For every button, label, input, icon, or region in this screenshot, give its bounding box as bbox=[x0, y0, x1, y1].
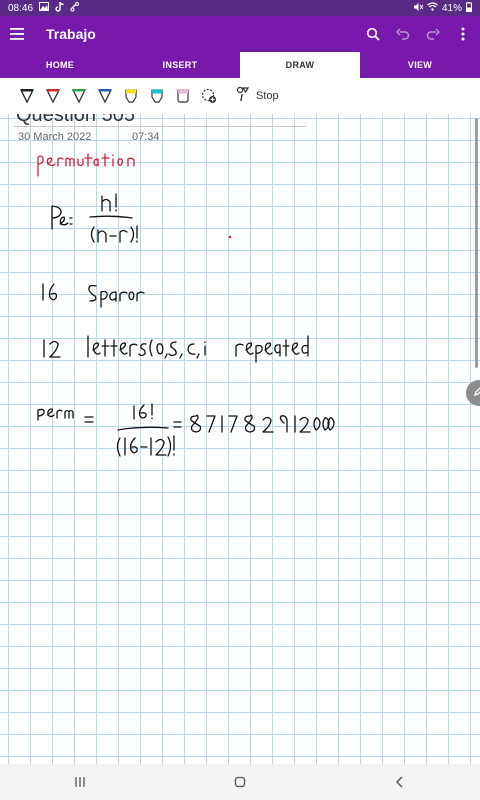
back-icon[interactable] bbox=[370, 767, 430, 797]
app-bar: Trabajo bbox=[0, 16, 480, 52]
wifi-icon bbox=[427, 2, 438, 14]
tab-draw[interactable]: DRAW bbox=[240, 52, 360, 78]
home-icon[interactable] bbox=[210, 767, 270, 797]
recent-apps-icon[interactable] bbox=[50, 767, 110, 797]
highlighter-yellow-icon[interactable] bbox=[118, 82, 144, 110]
menu-icon[interactable] bbox=[0, 16, 34, 52]
note-canvas[interactable]: Question 505 30 March 2022 07:34 bbox=[0, 114, 480, 764]
ink-to-shape-icon bbox=[236, 86, 250, 107]
status-time: 08:46 bbox=[8, 2, 34, 14]
tab-view[interactable]: VIEW bbox=[360, 52, 480, 78]
mute-icon bbox=[413, 2, 424, 15]
pen-edit-icon bbox=[473, 384, 480, 402]
ink-red-dot bbox=[228, 235, 232, 239]
pen-blue-icon[interactable] bbox=[92, 82, 118, 110]
highlighter-pink-icon[interactable] bbox=[170, 82, 196, 110]
redo-icon[interactable] bbox=[420, 19, 446, 49]
draw-toolbar: Stop bbox=[0, 78, 480, 114]
ink-formula-perm bbox=[37, 403, 335, 457]
more-options-icon[interactable] bbox=[450, 19, 476, 49]
tiktok-icon bbox=[55, 1, 64, 15]
notebook-title: Trabajo bbox=[46, 26, 96, 42]
ink-formula-pe bbox=[51, 193, 138, 243]
lasso-add-icon[interactable] bbox=[196, 82, 222, 110]
image-icon bbox=[39, 2, 50, 14]
ink-word-permutation bbox=[37, 153, 135, 177]
pen-black-icon[interactable] bbox=[14, 82, 40, 110]
tab-home[interactable]: HOME bbox=[0, 52, 120, 78]
search-icon[interactable] bbox=[360, 19, 386, 49]
link-icon bbox=[70, 1, 80, 15]
status-bar: 08:46 41% bbox=[0, 0, 480, 16]
scroll-indicator[interactable] bbox=[475, 118, 478, 368]
highlighter-teal-icon[interactable] bbox=[144, 82, 170, 110]
tab-insert[interactable]: INSERT bbox=[120, 52, 240, 78]
ribbon-tabs: HOME INSERT DRAW VIEW bbox=[0, 52, 480, 78]
battery-percent: 41% bbox=[441, 2, 462, 14]
pen-green-icon[interactable] bbox=[66, 82, 92, 110]
stop-button[interactable]: Stop bbox=[236, 86, 279, 107]
pen-red-icon[interactable] bbox=[40, 82, 66, 110]
battery-icon bbox=[466, 1, 472, 15]
ink-line-12-letters bbox=[43, 335, 309, 363]
ink-line-16-spaces bbox=[42, 283, 145, 308]
stop-label: Stop bbox=[256, 90, 279, 102]
handwriting-ink bbox=[37, 153, 335, 457]
undo-icon[interactable] bbox=[390, 19, 416, 49]
system-nav-bar bbox=[0, 764, 480, 800]
